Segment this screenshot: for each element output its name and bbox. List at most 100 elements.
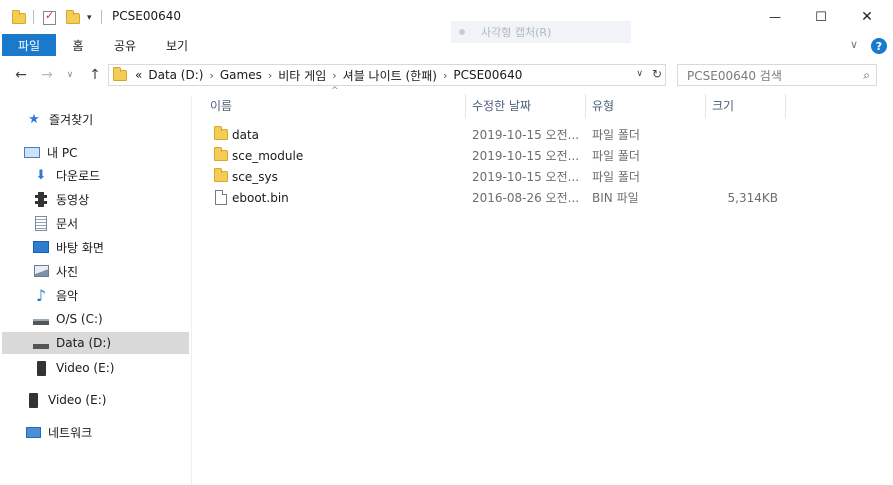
breadcrumb-vita-games[interactable]: 비타 게임 bbox=[278, 67, 326, 84]
toolbar-divider bbox=[101, 10, 102, 24]
file-row-sce-module[interactable]: sce_module 2019-10-15 오전... 파일 폴더 bbox=[205, 145, 795, 166]
close-button[interactable]: ✕ bbox=[844, 0, 890, 34]
help-icon[interactable]: ? bbox=[871, 38, 887, 54]
capture-dot-icon bbox=[459, 29, 465, 35]
desktop-icon bbox=[33, 239, 49, 255]
breadcrumb-separator-icon[interactable]: › bbox=[332, 69, 336, 82]
address-bar[interactable]: « Data (D:) › Games › 비타 게임 › 셔블 나이트 (한패… bbox=[108, 64, 666, 86]
file-modified: 2019-10-15 오전... bbox=[472, 149, 580, 163]
sidebar-item-label: 음악 bbox=[56, 288, 79, 303]
rectangle-capture-label: 사각형 캡처(R) bbox=[481, 26, 552, 39]
minimize-button[interactable]: — bbox=[752, 0, 798, 34]
collapse-ribbon-icon[interactable]: ∨ bbox=[850, 38, 858, 51]
title-bar: ✓ ▾ PCSE00640 — ☐ ✕ bbox=[0, 0, 893, 34]
column-header-name[interactable]: 이름 bbox=[210, 92, 464, 118]
sidebar-item-videos[interactable]: 동영상 bbox=[33, 188, 89, 210]
sidebar-item-label: 문서 bbox=[56, 216, 79, 231]
rectangle-capture-button[interactable]: 사각형 캡처(R) bbox=[451, 21, 631, 43]
minimize-icon: — bbox=[769, 10, 781, 24]
quick-access-dropdown-icon[interactable]: ▾ bbox=[87, 9, 92, 27]
up-button[interactable]: ↑ bbox=[85, 66, 105, 84]
new-folder-icon[interactable] bbox=[66, 9, 80, 27]
sidebar-item-label: 다운로드 bbox=[56, 168, 101, 183]
column-header-modified[interactable]: 수정한 날짜 bbox=[472, 92, 584, 118]
file-modified: 2019-10-15 오전... bbox=[472, 170, 580, 184]
forward-button[interactable]: → bbox=[37, 66, 57, 84]
sidebar-item-drive-e[interactable]: Video (E:) bbox=[33, 357, 114, 379]
search-icon[interactable]: ⌕ bbox=[863, 68, 870, 83]
sidebar-item-label: 내 PC bbox=[47, 145, 78, 160]
folder-icon bbox=[214, 166, 228, 187]
column-header-size[interactable]: 크기 bbox=[712, 92, 784, 118]
sidebar-item-label: 사진 bbox=[56, 264, 79, 279]
download-icon: ⬇ bbox=[35, 167, 47, 183]
folder-icon bbox=[12, 9, 26, 27]
column-divider[interactable] bbox=[785, 94, 786, 118]
breadcrumb-games[interactable]: Games bbox=[220, 68, 262, 82]
sidebar-item-quick-access[interactable]: ★ 즐겨찾기 bbox=[26, 108, 93, 130]
tab-file[interactable]: 파일 bbox=[2, 34, 56, 56]
tab-share[interactable]: 공유 bbox=[108, 34, 142, 56]
file-name: sce_sys bbox=[232, 169, 278, 184]
sidebar-item-desktop[interactable]: 바탕 화면 bbox=[33, 236, 104, 258]
tab-view[interactable]: 보기 bbox=[160, 34, 194, 56]
breadcrumb-separator-icon[interactable]: › bbox=[268, 69, 272, 82]
window-title: PCSE00640 bbox=[112, 9, 181, 23]
column-divider[interactable] bbox=[465, 94, 466, 118]
address-dropdown-icon[interactable]: ∨ bbox=[636, 69, 643, 79]
drive-e-icon bbox=[33, 360, 49, 376]
ribbon-tabs: 파일 홈 공유 보기 bbox=[0, 34, 893, 56]
file-size bbox=[712, 166, 778, 187]
breadcrumb-separator-icon[interactable]: › bbox=[209, 69, 213, 82]
properties-checkmark-icon[interactable]: ✓ bbox=[43, 9, 56, 27]
sidebar-item-label: 즐겨찾기 bbox=[49, 112, 94, 127]
folder-icon bbox=[113, 66, 127, 81]
file-type: 파일 폴더 bbox=[592, 128, 640, 142]
music-icon: ♪ bbox=[35, 285, 47, 305]
file-name: data bbox=[232, 127, 260, 142]
file-row-eboot[interactable]: eboot.bin 2016-08-26 오전... BIN 파일 5,314K… bbox=[205, 187, 795, 208]
recent-locations-button[interactable]: ∨ bbox=[60, 66, 80, 84]
drive-c-icon bbox=[33, 311, 49, 327]
sidebar-item-label: O/S (C:) bbox=[56, 312, 103, 326]
file-size bbox=[712, 124, 778, 145]
refresh-icon[interactable]: ↻ bbox=[652, 67, 662, 81]
search-input[interactable]: PCSE00640 검색 ⌕ bbox=[677, 64, 877, 86]
file-row-data[interactable]: data 2019-10-15 오전... 파일 폴더 bbox=[205, 124, 795, 145]
folder-icon bbox=[214, 124, 228, 145]
back-button[interactable]: ← bbox=[11, 66, 31, 84]
breadcrumb-data-drive[interactable]: Data (D:) bbox=[148, 68, 203, 82]
sidebar-item-network[interactable]: 네트워크 bbox=[25, 421, 92, 443]
sidebar-item-this-pc[interactable]: 내 PC bbox=[24, 141, 77, 163]
sidebar-item-label: 동영상 bbox=[56, 192, 90, 207]
sidebar-item-downloads[interactable]: ⬇ 다운로드 bbox=[33, 164, 101, 186]
sidebar-item-pictures[interactable]: 사진 bbox=[33, 260, 78, 282]
file-modified: 2016-08-26 오전... bbox=[472, 191, 580, 205]
address-row: ← → ∨ ↑ « Data (D:) › Games › 비타 게임 › 셔블… bbox=[0, 60, 893, 90]
breadcrumb-separator-icon[interactable]: › bbox=[443, 69, 447, 82]
breadcrumb-overflow[interactable]: « bbox=[135, 68, 142, 82]
search-placeholder: PCSE00640 검색 bbox=[687, 68, 782, 83]
maximize-button[interactable]: ☐ bbox=[798, 0, 844, 34]
sidebar-item-drive-d[interactable]: Data (D:) bbox=[2, 332, 189, 354]
breadcrumb-shovel-knight[interactable]: 셔블 나이트 (한패) bbox=[343, 67, 437, 84]
drive-d-icon bbox=[33, 335, 49, 351]
tab-home[interactable]: 홈 bbox=[66, 34, 90, 56]
up-arrow-icon: ↑ bbox=[89, 67, 101, 83]
column-divider[interactable] bbox=[705, 94, 706, 118]
file-size: 5,314KB bbox=[727, 190, 778, 205]
file-icon bbox=[215, 187, 227, 208]
star-icon: ★ bbox=[28, 111, 40, 127]
breadcrumb-current-folder[interactable]: PCSE00640 bbox=[453, 68, 522, 82]
column-divider[interactable] bbox=[585, 94, 586, 118]
file-type: BIN 파일 bbox=[592, 191, 639, 205]
sidebar-item-music[interactable]: ♪ 음악 bbox=[33, 284, 78, 306]
sidebar-item-documents[interactable]: 문서 bbox=[33, 212, 78, 234]
column-headers: 이름 수정한 날짜 유형 크기 bbox=[192, 92, 792, 118]
file-row-sce-sys[interactable]: sce_sys 2019-10-15 오전... 파일 폴더 bbox=[205, 166, 795, 187]
sidebar-item-drive-c[interactable]: O/S (C:) bbox=[33, 308, 103, 330]
file-name: sce_module bbox=[232, 148, 304, 163]
column-header-type[interactable]: 유형 bbox=[592, 92, 704, 118]
close-icon: ✕ bbox=[861, 9, 873, 25]
sidebar-item-removable-e[interactable]: Video (E:) bbox=[25, 389, 106, 411]
